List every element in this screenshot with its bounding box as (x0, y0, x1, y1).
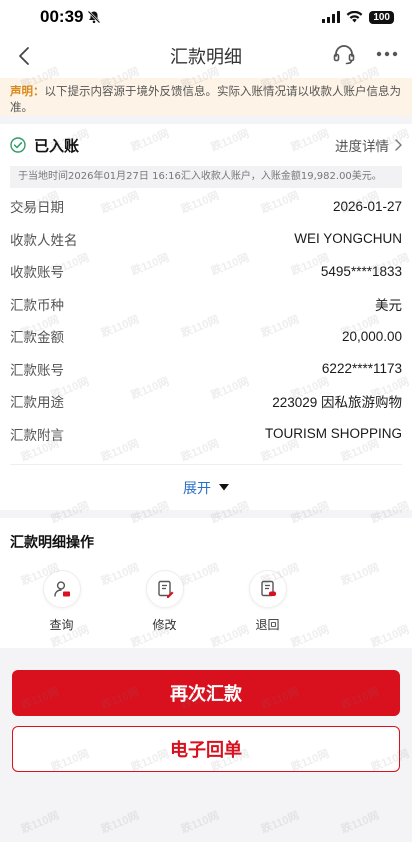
watermark-text: 跌110网 (259, 809, 301, 836)
e-receipt-button[interactable]: 电子回单 (12, 726, 400, 772)
status-row: 已入账 进度详情 (10, 124, 402, 166)
status-bar: 00:39 100 (0, 0, 412, 34)
detail-value: 6222****1173 (321, 361, 402, 377)
detail-row-payee-name: 收款人姓名 WEI YONGCHUN (10, 223, 402, 256)
detail-list: 交易日期 2026-01-27 收款人姓名 WEI YONGCHUN 收款账号 … (10, 188, 402, 450)
operation-query[interactable]: 查询 (10, 570, 113, 633)
operations-grid: 查询 修改 退回 (10, 570, 402, 633)
operations-card: 汇款明细操作 查询 修改 退回 (0, 518, 412, 648)
detail-value: TOURISM SHOPPING (264, 426, 402, 442)
disclaimer-banner: 声明：以下提示内容源于境外反馈信息。实际入账情况请以收款人账户信息为准。 (0, 78, 412, 116)
expand-button[interactable]: 展开 (10, 464, 402, 510)
operation-label: 退回 (255, 618, 280, 632)
detail-label: 交易日期 (10, 200, 64, 217)
watermark-text: 跌110网 (19, 809, 61, 836)
detail-label: 汇款用途 (10, 395, 64, 412)
detail-label: 汇款金额 (10, 330, 64, 347)
nav-actions (332, 42, 398, 66)
chevron-left-icon (19, 47, 29, 65)
remittance-detail-card: 已入账 进度详情 于当地时间2026年01月27日 16:16汇入收款人账户，入… (0, 124, 412, 510)
disclaimer-label: 声明： (10, 84, 45, 98)
detail-row-currency: 汇款币种 美元 (10, 288, 402, 321)
person-search-icon (42, 570, 81, 608)
back-button[interactable] (10, 42, 38, 70)
clock-text: 00:39 (40, 7, 84, 26)
watermark-text: 跌110网 (339, 809, 381, 836)
detail-value: 美元 (375, 297, 402, 313)
mute-bell-icon (88, 10, 101, 24)
remit-again-button[interactable]: 再次汇款 (12, 670, 400, 716)
page-title: 汇款明细 (170, 47, 242, 68)
operation-modify[interactable]: 修改 (113, 570, 216, 633)
detail-value: WEI YONGCHUN (294, 231, 402, 247)
status-left: 已入账 (10, 135, 79, 156)
operation-return[interactable]: 退回 (216, 570, 319, 633)
action-buttons: 再次汇款 电子回单 (0, 648, 412, 772)
expand-label: 展开 (183, 480, 211, 497)
detail-row-payee-account: 收款账号 5495****1833 (10, 255, 402, 288)
status-label: 已入账 (34, 136, 80, 155)
disclaimer-text: 以下提示内容源于境外反馈信息。实际入账情况请以收款人账户信息为准。 (10, 84, 401, 114)
signal-icon (322, 11, 341, 23)
detail-label: 收款账号 (10, 265, 64, 282)
detail-row-remitter-account: 汇款账号 6222****1173 (10, 353, 402, 386)
chevron-right-icon (395, 139, 402, 151)
detail-label: 汇款账号 (10, 362, 64, 379)
watermark-text: 跌110网 (99, 809, 141, 836)
headset-icon[interactable] (332, 42, 356, 66)
detail-row-trade-date: 交易日期 2026-01-27 (10, 190, 402, 223)
detail-row-purpose: 汇款用途 223029 因私旅游购物 (10, 385, 402, 418)
operations-title: 汇款明细操作 (10, 535, 94, 551)
detail-label: 汇款附言 (10, 427, 64, 444)
caret-down-icon (219, 484, 229, 491)
doc-return-icon (248, 570, 287, 608)
operation-label: 修改 (152, 618, 177, 632)
detail-value: 2026-01-27 (332, 198, 402, 214)
doc-edit-icon (145, 570, 184, 608)
progress-details-link[interactable]: 进度详情 (335, 135, 402, 155)
watermark-text: 跌110网 (179, 809, 221, 836)
detail-value: 20,000.00 (341, 328, 402, 344)
detail-row-amount: 汇款金额 20,000.00 (10, 320, 402, 353)
check-circle-icon (10, 137, 26, 153)
progress-details-label: 进度详情 (335, 139, 389, 155)
nav-bar: 汇款明细 (0, 34, 412, 78)
operation-label: 查询 (49, 618, 74, 632)
status-indicators: 100 (322, 10, 394, 24)
status-time: 00:39 (40, 7, 101, 27)
battery-indicator: 100 (369, 10, 394, 24)
detail-label: 收款人姓名 (10, 232, 78, 249)
arrival-note: 于当地时间2026年01月27日 16:16汇入收款人账户，入账金额19,982… (10, 166, 402, 188)
more-dots-icon[interactable] (376, 51, 398, 57)
wifi-icon (346, 11, 363, 23)
detail-value: 5495****1833 (320, 263, 402, 279)
detail-value: 223029 因私旅游购物 (272, 395, 402, 411)
detail-label: 汇款币种 (10, 297, 64, 314)
detail-row-remark: 汇款附言 TOURISM SHOPPING (10, 418, 402, 451)
